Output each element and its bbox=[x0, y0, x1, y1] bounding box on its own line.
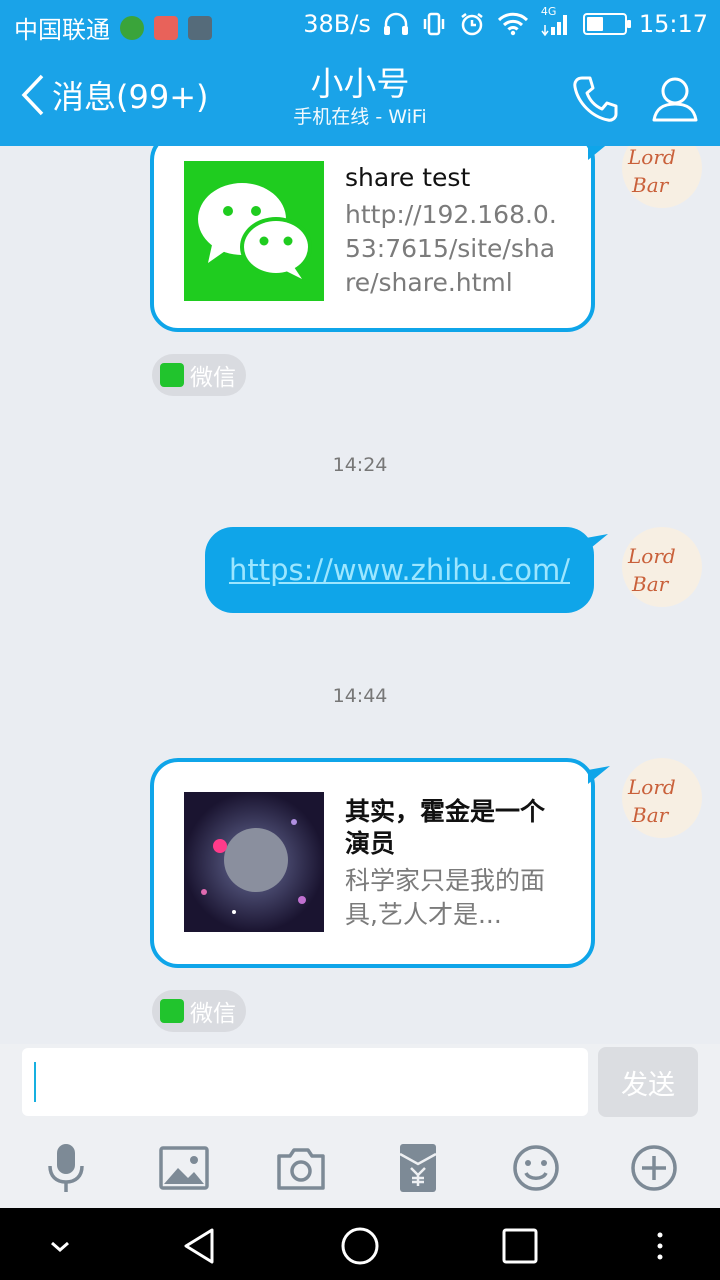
app-notification-icon bbox=[120, 15, 144, 40]
text-caret bbox=[34, 1062, 36, 1102]
signal-bars-icon bbox=[541, 15, 567, 37]
wechat-mini-icon bbox=[160, 363, 184, 387]
card-url: http://192.168.0.53:7615/site/share/shar… bbox=[345, 200, 557, 297]
avatar-text: Lord Bar bbox=[627, 544, 676, 596]
card-title: 其实，霍金是一个演员 bbox=[345, 797, 546, 858]
emoji-icon[interactable] bbox=[508, 1140, 564, 1196]
card-title: share test bbox=[345, 163, 471, 192]
source-label: 微信 bbox=[190, 1001, 236, 1027]
carrier-label: 中国联通 bbox=[14, 16, 110, 44]
share-card-message[interactable]: share test http://192.168.0.53:7615/site… bbox=[150, 146, 595, 332]
more-vertical-icon[interactable] bbox=[638, 1224, 682, 1268]
chat-header: 消息(99+) 小小号 手机在线 - WiFi bbox=[0, 50, 720, 146]
avatar[interactable]: Lord Bar bbox=[622, 758, 702, 838]
source-badge[interactable]: 微信 bbox=[152, 990, 246, 1032]
back-button[interactable]: 消息(99+) bbox=[18, 72, 209, 118]
share-card-message[interactable]: 其实，霍金是一个演员 科学家只是我的面具,艺人才是... bbox=[150, 758, 595, 968]
send-button[interactable]: 发送 bbox=[598, 1047, 698, 1117]
profile-icon[interactable] bbox=[648, 72, 702, 126]
image-icon[interactable] bbox=[156, 1140, 212, 1196]
phone-call-icon[interactable] bbox=[568, 72, 622, 126]
chevron-down-icon[interactable] bbox=[38, 1224, 82, 1268]
clock: 15:17 bbox=[638, 10, 708, 38]
net-speed: 38B/s bbox=[303, 10, 371, 38]
nav-recents-icon[interactable] bbox=[498, 1224, 542, 1268]
bubble-tail bbox=[588, 766, 610, 784]
wechat-mini-icon bbox=[160, 999, 184, 1023]
chevron-left-icon bbox=[21, 74, 44, 116]
nav-home-icon[interactable] bbox=[338, 1224, 382, 1268]
toolbar bbox=[0, 1140, 720, 1196]
avatar[interactable]: Lord Bar bbox=[622, 527, 702, 607]
wifi-icon bbox=[497, 12, 528, 36]
bubble-tail bbox=[588, 146, 606, 160]
avatar-image: Lord Bar bbox=[627, 544, 676, 596]
nav-back-icon[interactable] bbox=[178, 1224, 222, 1268]
missed-call-icon bbox=[154, 15, 178, 40]
portrait-image bbox=[184, 792, 324, 932]
avatar-text: Lord Bar bbox=[627, 775, 676, 827]
message-list[interactable]: Lord Bar share test http://192.168.0.53:7… bbox=[0, 146, 720, 1044]
input-bar: 发送 bbox=[0, 1044, 720, 1208]
source-badge[interactable]: 微信 bbox=[152, 354, 246, 396]
camera-icon[interactable] bbox=[273, 1140, 329, 1196]
wechat-logo-thumbnail bbox=[184, 161, 324, 301]
avatar-text: Lord Bar bbox=[627, 146, 676, 197]
microphone-icon[interactable] bbox=[38, 1140, 94, 1196]
alarm-icon bbox=[461, 13, 483, 36]
avatar[interactable]: Lord Bar bbox=[622, 146, 702, 208]
plus-circle-icon[interactable] bbox=[626, 1140, 682, 1196]
message-link[interactable]: https://www.zhihu.com/ bbox=[229, 553, 570, 587]
signal-indicator: 4G bbox=[541, 5, 571, 37]
headphones-icon bbox=[383, 12, 408, 35]
battery-icon bbox=[582, 13, 631, 35]
back-label: 消息(99+) bbox=[52, 78, 209, 116]
wechat-icon bbox=[198, 183, 312, 279]
link-message[interactable]: https://www.zhihu.com/ bbox=[204, 527, 594, 613]
status-bar: 中国联通 38B/s 4G 15:17 bbox=[0, 0, 720, 50]
system-nav-bar bbox=[0, 1208, 720, 1280]
article-thumbnail bbox=[184, 792, 324, 932]
battery-level-fill bbox=[586, 17, 604, 31]
avatar-image: Lord Bar bbox=[627, 146, 676, 197]
message-input[interactable] bbox=[22, 1048, 588, 1116]
bubble-tail bbox=[586, 534, 608, 552]
source-label: 微信 bbox=[190, 365, 236, 391]
avatar-image: Lord Bar bbox=[627, 775, 676, 827]
vibrate-icon bbox=[423, 12, 445, 36]
timestamp: 14:44 bbox=[332, 685, 388, 707]
photo-notification-icon bbox=[188, 15, 212, 40]
timestamp: 14:24 bbox=[332, 454, 388, 476]
card-description: 科学家只是我的面具,艺人才是... bbox=[345, 866, 546, 929]
red-packet-icon[interactable] bbox=[390, 1140, 446, 1196]
